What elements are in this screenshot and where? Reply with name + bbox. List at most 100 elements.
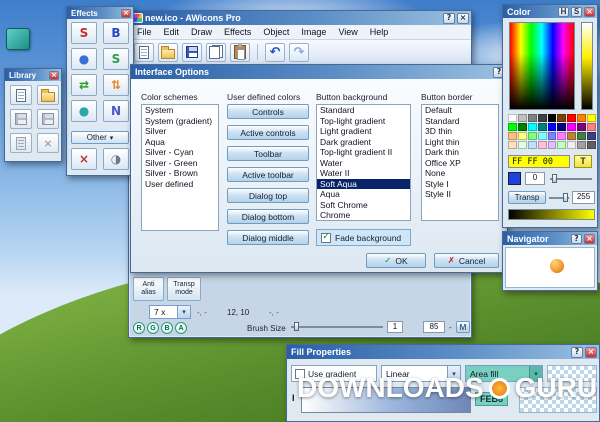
luminance-strip[interactable] [581,22,593,110]
color-titlebar[interactable]: Color H S × [503,5,597,18]
brush-shape-select[interactable]: 7 x ▾ [149,305,191,319]
color-swatch[interactable] [508,123,517,131]
color-swatch[interactable] [567,132,577,140]
undo-icon[interactable]: ↶ [265,42,285,62]
help-button[interactable]: ? [571,233,582,244]
color-swatch[interactable] [557,132,567,140]
effect-negative-icon[interactable]: N [103,100,129,122]
color-swatch[interactable] [567,123,577,131]
library-export-icon[interactable] [10,133,32,153]
alpha-gradient-bar[interactable] [508,209,595,220]
button-background-option[interactable]: Dark gradient [317,137,410,148]
color-swatch[interactable] [547,114,557,122]
effect-flip-horizontal-icon[interactable]: ⇄ [71,74,97,96]
color-swatch[interactable] [527,123,537,131]
slider-thumb[interactable] [294,322,299,331]
menu-item[interactable]: Edit [158,26,186,38]
fade-background-checkbox[interactable]: ✓ [321,232,331,243]
button-background-list[interactable]: Standard Top-light gradient Light gradient… [316,104,411,221]
button-border-option[interactable]: Light thin [422,137,498,148]
component-slider[interactable] [550,174,592,183]
redo-icon[interactable]: ↷ [289,42,309,62]
dialog-titlebar[interactable]: Interface Options ? [131,65,507,79]
zoom-percent-value[interactable]: 85 [423,321,445,333]
color-swatch[interactable] [577,114,587,122]
color-swatch[interactable] [587,123,596,131]
color-swatch[interactable] [517,123,527,131]
channel-button[interactable]: B [161,322,173,334]
close-button[interactable]: × [457,12,469,24]
user-color-button[interactable]: Controls [227,104,309,119]
library-delete-icon[interactable]: × [37,133,59,153]
close-icon[interactable]: × [584,6,595,17]
color-scheme-option[interactable]: Silver [142,126,218,137]
effect-blur-icon[interactable]: B [103,22,129,44]
color-swatch[interactable] [517,114,527,122]
color-swatch[interactable] [557,114,567,122]
effect-ball-icon[interactable]: ● [71,100,97,122]
color-scheme-option[interactable]: Silver - Cyan [142,147,218,158]
button-background-option[interactable]: Aqua [317,189,410,200]
hue-mode-button[interactable]: H [558,6,569,17]
component-value-box[interactable]: 0 [525,172,545,185]
menu-item[interactable]: Image [295,26,332,38]
anti-alias-button[interactable]: Anti alias [133,277,164,301]
color-swatch[interactable] [527,114,537,122]
button-border-option[interactable]: Style II [422,189,498,200]
color-scheme-option[interactable]: User defined [142,179,218,190]
button-background-option[interactable]: Soft Chrome [317,200,410,211]
color-swatch[interactable] [537,123,547,131]
slider-thumb[interactable] [563,193,568,202]
color-swatch[interactable] [517,132,527,140]
main-titlebar[interactable]: new.ico - AWicons Pro ? × [129,11,471,25]
effect-sphere-icon[interactable]: ● [71,48,97,70]
color-swatch[interactable] [557,123,567,131]
close-icon[interactable]: × [121,8,131,18]
color-swatch[interactable] [567,114,577,122]
effect-delete-icon[interactable]: × [71,148,97,170]
menu-item[interactable]: View [332,26,363,38]
new-icon[interactable] [134,42,154,62]
color-swatch[interactable] [587,132,596,140]
color-swatch[interactable] [508,114,517,122]
button-background-option[interactable]: Water [317,158,410,169]
user-color-button[interactable]: Dialog bottom [227,209,309,224]
color-swatch[interactable] [567,141,577,149]
color-swatch[interactable] [508,141,517,149]
brush-size-value[interactable]: 1 [387,321,403,333]
library-save-as-icon[interactable] [37,109,59,129]
close-icon[interactable]: × [49,70,59,80]
color-swatch[interactable] [537,141,547,149]
help-button[interactable]: ? [443,12,455,24]
color-swatch[interactable] [577,132,587,140]
open-icon[interactable] [158,42,178,62]
button-background-option[interactable]: Soft Aqua [317,178,410,189]
button-background-option[interactable]: Chrome [317,210,410,220]
color-scheme-option[interactable]: Aqua [142,137,218,148]
color-swatch[interactable] [508,132,517,140]
button-border-option[interactable]: None [422,168,498,179]
user-color-button[interactable]: Toolbar [227,146,309,161]
cancel-button[interactable]: ✗ Cancel [434,253,499,268]
brush-size-slider[interactable] [291,322,383,331]
color-swatch[interactable] [577,123,587,131]
menu-item[interactable]: Help [364,26,395,38]
color-picker-field[interactable] [509,22,575,110]
save-icon[interactable] [182,42,202,62]
button-border-list[interactable]: Default Standard 3D thin Light thin Dark thi… [421,104,499,221]
other-effects-button[interactable]: Other ▾ [71,131,129,144]
paste-icon[interactable] [230,42,250,62]
button-border-option[interactable]: Office XP [422,158,498,169]
user-color-button[interactable]: Dialog middle [227,230,309,245]
user-color-button[interactable]: Active controls [227,125,309,140]
menu-item[interactable]: File [131,26,158,38]
color-swatch[interactable] [557,141,567,149]
color-swatch[interactable] [537,132,547,140]
color-schemes-list[interactable]: System System (gradient) Silver Aqua Silver … [141,104,219,231]
library-save-icon[interactable] [10,109,32,129]
button-background-option[interactable]: Top-light gradient [317,116,410,127]
slider-thumb[interactable] [552,174,557,183]
library-titlebar[interactable]: Library × [5,69,61,81]
color-scheme-option[interactable]: System [142,105,218,116]
saturation-mode-button[interactable]: S [571,6,582,17]
